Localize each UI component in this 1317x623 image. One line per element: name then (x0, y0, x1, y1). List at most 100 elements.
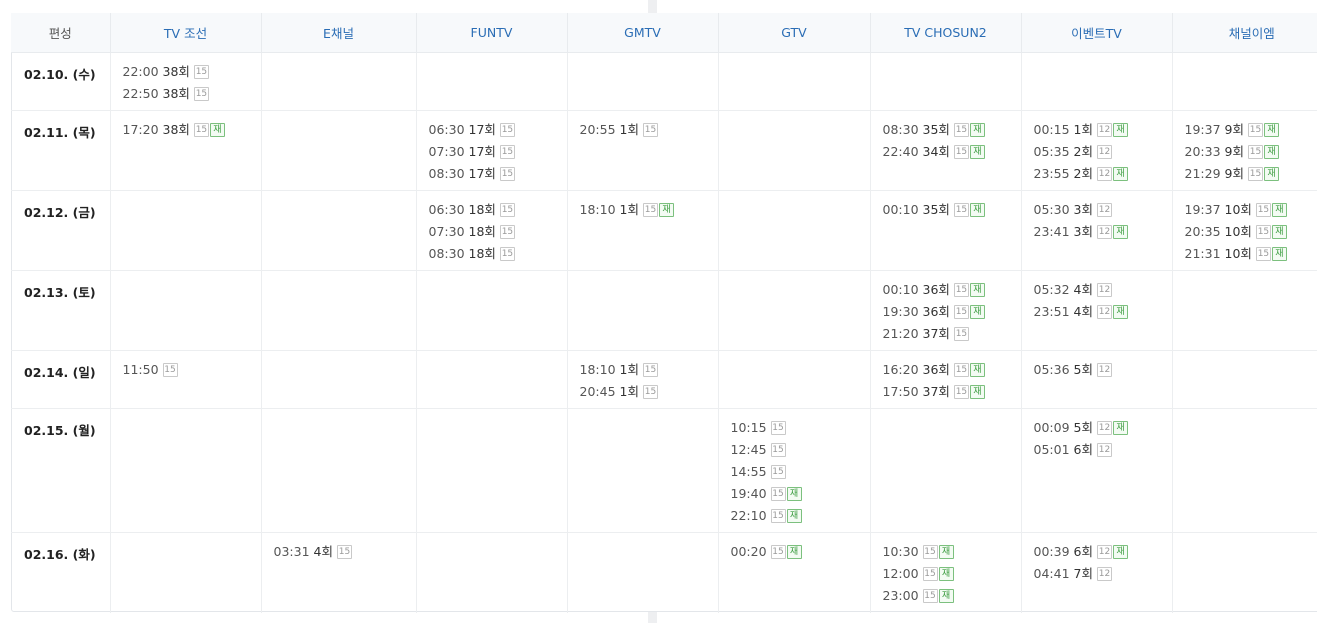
airing-entry[interactable]: 12:45 15 (731, 439, 870, 461)
airing-entry[interactable]: 05:30 3회 12 (1034, 199, 1172, 221)
channel-header[interactable]: 채널이엠 (1171, 13, 1317, 53)
airing-entry[interactable]: 04:41 7회 12 (1034, 563, 1172, 585)
airing-entry[interactable]: 08:30 18회 15 (429, 243, 567, 265)
airing-entry[interactable]: 16:20 36회 15 재 (883, 359, 1021, 381)
airing-entry[interactable]: 06:30 18회 15 (429, 199, 567, 221)
airing-entry[interactable]: 19:40 15 재 (731, 483, 870, 505)
episode-number: 10회 (1224, 202, 1252, 217)
airing-entry[interactable]: 00:15 1회 12 재 (1034, 119, 1172, 141)
airing-time: 10:30 (882, 544, 919, 559)
episode-number: 17회 (468, 144, 496, 159)
airing-entry[interactable]: 18:10 1회 15 재 (580, 199, 718, 221)
airing-entry[interactable]: 21:29 9회 15 재 (1185, 163, 1317, 185)
airing-entry[interactable]: 20:45 1회 15 (580, 381, 718, 403)
airing-entry[interactable]: 11:50 15 (123, 359, 261, 381)
age-rating-badge: 15 (770, 509, 786, 523)
airing-time: 20:45 (579, 384, 616, 399)
date-cell: 02.14. (일) (11, 350, 110, 409)
airing-entry[interactable]: 10:30 15 재 (883, 541, 1021, 563)
schedule-row: 02.16. (화) 03:31 4회 15 00:20 15 재 10:30 15 재 12:00… (11, 532, 1317, 613)
airing-entry[interactable]: 05:01 6회 12 (1034, 439, 1172, 461)
airing-entry[interactable]: 20:33 9회 15 재 (1185, 141, 1317, 163)
airing-entry[interactable]: 03:31 4회 15 (274, 541, 416, 563)
channel-header[interactable]: GMTV (566, 13, 718, 53)
airing-time: 19:40 (730, 486, 767, 501)
episode-number: 36회 (922, 282, 950, 297)
schedule-cell: 00:15 1회 12 재 05:35 2회 12 23:55 2회 12 재 (1020, 110, 1172, 191)
schedule-cell (566, 270, 718, 351)
episode-number: 1회 (619, 362, 639, 377)
airing-entry[interactable]: 20:35 10회 15 재 (1185, 221, 1317, 243)
channel-header[interactable]: FUNTV (415, 13, 567, 53)
airing-entry[interactable]: 21:20 37회 15 (883, 323, 1021, 345)
airing-time: 05:01 (1033, 442, 1070, 457)
schedule-cell: 11:50 15 (109, 350, 261, 409)
airing-entry[interactable]: 21:31 10회 15 재 (1185, 243, 1317, 265)
airing-entry[interactable]: 19:37 10회 15 재 (1185, 199, 1317, 221)
age-rating-badge: 12 (1096, 167, 1112, 181)
airing-entry[interactable]: 12:00 15 재 (883, 563, 1021, 585)
airing-entry[interactable]: 08:30 17회 15 (429, 163, 567, 185)
airing-entry[interactable]: 23:55 2회 12 재 (1034, 163, 1172, 185)
airing-entry[interactable]: 00:39 6회 12 재 (1034, 541, 1172, 563)
airing-time: 22:10 (730, 508, 767, 523)
channel-header[interactable]: TV CHOSUN2 (869, 13, 1021, 53)
airing-time: 08:30 (428, 246, 465, 261)
schedule-cell: 03:31 4회 15 (260, 532, 416, 613)
airing-entry[interactable]: 19:30 36회 15 재 (883, 301, 1021, 323)
airing-entry[interactable]: 06:30 17회 15 (429, 119, 567, 141)
airing-entry[interactable]: 20:55 1회 15 (580, 119, 718, 141)
airing-entry[interactable]: 00:10 36회 15 재 (883, 279, 1021, 301)
airing-entry[interactable]: 22:40 34회 15 재 (883, 141, 1021, 163)
schedule-cell: 00:09 5회 12 재 05:01 6회 12 (1020, 408, 1172, 533)
airing-time: 06:30 (428, 122, 465, 137)
schedule-cell: 05:36 5회 12 (1020, 350, 1172, 409)
airing-entry[interactable]: 23:51 4회 12 재 (1034, 301, 1172, 323)
age-rating-badge: 12 (1096, 421, 1112, 435)
schedule-cell (260, 350, 416, 409)
age-rating-badge: 15 (953, 123, 969, 137)
airing-entry[interactable]: 05:36 5회 12 (1034, 359, 1172, 381)
schedule-cell (109, 190, 261, 271)
rerun-badge: 재 (1271, 203, 1287, 217)
airing-entry[interactable]: 22:50 38회 15 (123, 83, 261, 105)
airing-entry[interactable]: 00:09 5회 12 재 (1034, 417, 1172, 439)
airing-entry[interactable]: 22:10 15 재 (731, 505, 870, 527)
airing-entry[interactable]: 23:00 15 재 (883, 585, 1021, 607)
age-rating-badge: 15 (770, 545, 786, 559)
schedule-row: 02.10. (수) 22:00 38회 15 22:50 38회 15 (11, 52, 1317, 111)
airing-entry[interactable]: 07:30 18회 15 (429, 221, 567, 243)
airing-entry[interactable]: 19:37 9회 15 재 (1185, 119, 1317, 141)
airing-entry[interactable]: 07:30 17회 15 (429, 141, 567, 163)
episode-number: 4회 (1073, 304, 1093, 319)
rerun-badge: 재 (1112, 167, 1128, 181)
airing-entry[interactable]: 23:41 3회 12 재 (1034, 221, 1172, 243)
age-rating-badge: 15 (770, 421, 786, 435)
schedule-cell: 19:37 10회 15 재 20:35 10회 15 재 21:31 10회 15 재 (1171, 190, 1317, 271)
airing-entry[interactable]: 08:30 35회 15 재 (883, 119, 1021, 141)
age-rating-badge: 15 (953, 305, 969, 319)
schedule-cell: 18:10 1회 15 20:45 1회 15 (566, 350, 718, 409)
airing-entry[interactable]: 17:20 38회 15 재 (123, 119, 261, 141)
age-rating-badge: 15 (193, 65, 209, 79)
channel-header[interactable]: GTV (717, 13, 870, 53)
age-rating-badge: 15 (499, 123, 515, 137)
schedule-cell (869, 408, 1021, 533)
airing-entry[interactable]: 18:10 1회 15 (580, 359, 718, 381)
airing-entry[interactable]: 17:50 37회 15 재 (883, 381, 1021, 403)
channel-header[interactable]: E채널 (260, 13, 416, 53)
airing-time: 20:55 (579, 122, 616, 137)
episode-number: 37회 (922, 384, 950, 399)
channel-header[interactable]: TV 조선 (109, 13, 261, 53)
channel-header[interactable]: 이벤트TV (1020, 13, 1172, 53)
airing-time: 21:31 (1184, 246, 1221, 261)
airing-entry[interactable]: 05:35 2회 12 (1034, 141, 1172, 163)
airing-entry[interactable]: 00:10 35회 15 재 (883, 199, 1021, 221)
airing-entry[interactable]: 22:00 38회 15 (123, 61, 261, 83)
airing-entry[interactable]: 14:55 15 (731, 461, 870, 483)
episode-number: 1회 (1073, 122, 1093, 137)
airing-entry[interactable]: 00:20 15 재 (731, 541, 870, 563)
airing-entry[interactable]: 10:15 15 (731, 417, 870, 439)
rerun-badge: 재 (786, 509, 802, 523)
airing-entry[interactable]: 05:32 4회 12 (1034, 279, 1172, 301)
